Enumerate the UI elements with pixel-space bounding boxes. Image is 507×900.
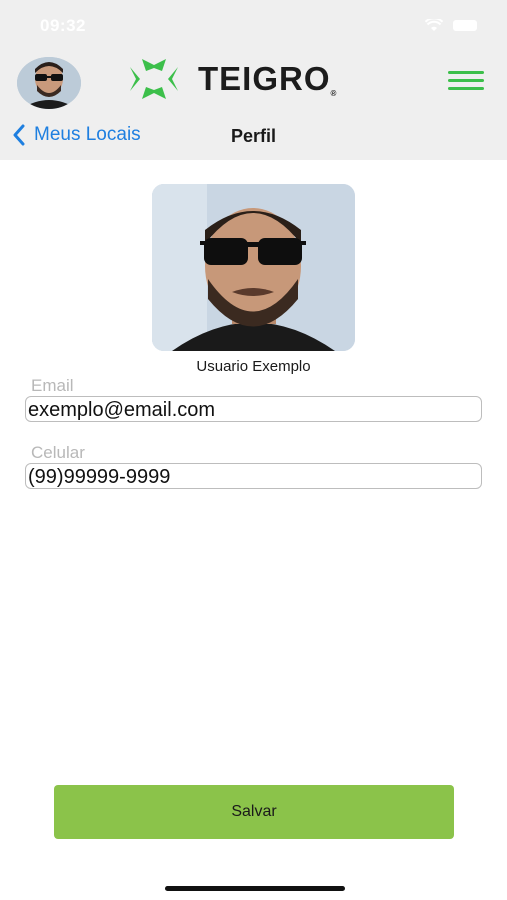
home-indicator bbox=[165, 886, 345, 891]
email-field[interactable]: exemplo@email.com bbox=[25, 396, 482, 422]
email-label: Email bbox=[31, 376, 74, 395]
brand-name: TEIGRO® bbox=[198, 60, 338, 98]
avatar[interactable] bbox=[17, 57, 81, 109]
profile-name: Usuario Exemplo bbox=[196, 358, 311, 375]
status-icons bbox=[425, 19, 477, 32]
page-title: Perfil bbox=[230, 126, 277, 146]
status-time: 09:32 bbox=[40, 16, 86, 35]
save-button[interactable]: Salvar bbox=[54, 785, 454, 839]
phone-label: Celular bbox=[31, 443, 85, 462]
battery-icon bbox=[453, 20, 477, 31]
profile-photo[interactable] bbox=[152, 184, 355, 351]
teigro-logo-icon bbox=[130, 59, 178, 99]
phone-field[interactable]: (99)99999-9999 bbox=[25, 463, 482, 489]
wifi-icon bbox=[425, 19, 443, 31]
app-header: TEIGRO® Meus Locais Perfil bbox=[0, 52, 507, 160]
brand-logo: TEIGRO® bbox=[128, 57, 337, 101]
status-bar: 09:32 bbox=[0, 0, 507, 52]
hamburger-menu-icon[interactable] bbox=[448, 71, 484, 93]
